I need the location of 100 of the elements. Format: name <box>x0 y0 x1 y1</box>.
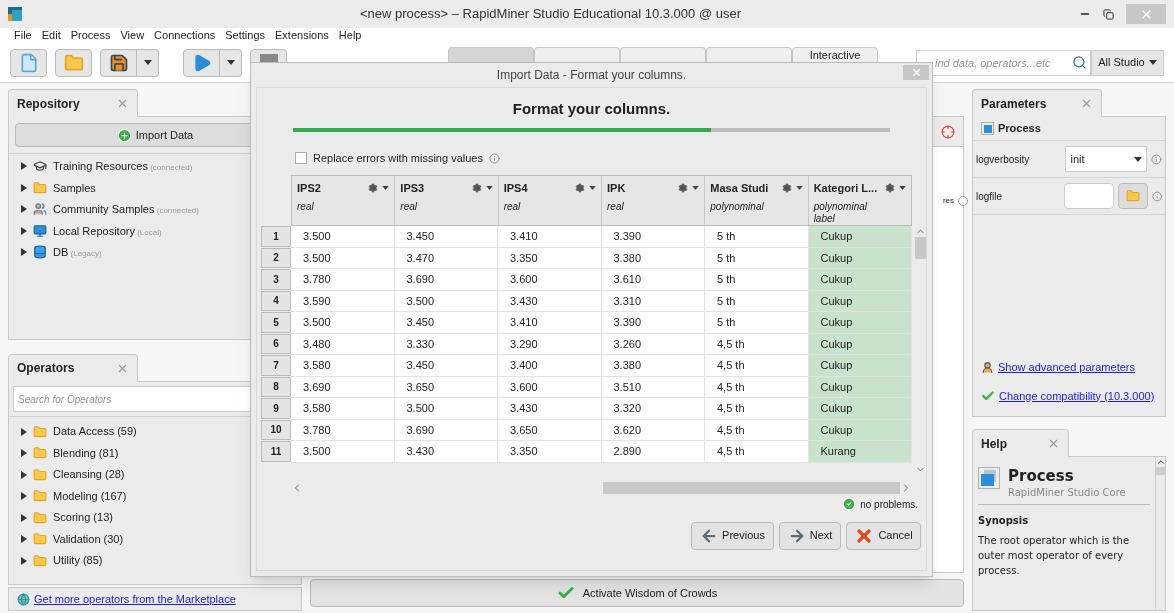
gear-icon[interactable] <box>678 183 689 194</box>
close-icon[interactable] <box>1080 97 1093 110</box>
expand-arrow-icon[interactable] <box>21 427 27 436</box>
close-icon[interactable] <box>1047 437 1060 450</box>
operator-group[interactable]: Validation (30) <box>53 530 124 548</box>
column-header[interactable]: Masa Studi polynominal <box>705 176 809 225</box>
table-cell: 3.500 <box>394 398 498 419</box>
column-header[interactable]: IPK real <box>602 176 706 225</box>
search-scope-dropdown[interactable]: All Studio <box>1091 49 1164 76</box>
menu-item[interactable]: Connections <box>154 27 216 44</box>
help-section-title: Synopsis <box>978 514 1030 528</box>
global-search-field[interactable]: ind data, operators...etc <box>916 49 1091 76</box>
column-header[interactable]: IPS3 real <box>395 176 499 225</box>
replace-errors-checkbox[interactable] <box>295 152 307 164</box>
column-header[interactable]: IPS4 real <box>498 176 602 225</box>
expand-arrow-icon[interactable] <box>21 556 27 565</box>
marketplace-link[interactable]: Get more operators from the Marketplace <box>34 590 236 608</box>
new-process-button[interactable] <box>10 48 47 77</box>
caret-icon[interactable] <box>485 186 493 191</box>
repository-item[interactable]: DB (Legacy) <box>53 244 102 261</box>
crosshair-icon[interactable] <box>941 124 955 139</box>
open-button[interactable] <box>55 48 92 77</box>
repository-item[interactable]: Samples <box>53 179 96 196</box>
scroll-thumb[interactable] <box>914 237 926 259</box>
activate-wisdom-button[interactable]: Activate Wisdom of Crowds <box>310 579 964 607</box>
menu-item[interactable]: Edit <box>41 27 61 44</box>
expand-arrow-icon[interactable] <box>21 470 27 479</box>
graduation-cap-icon <box>33 159 47 174</box>
parameter-field[interactable] <box>1063 183 1114 209</box>
info-icon[interactable] <box>1151 190 1162 202</box>
operator-group[interactable]: Cleansing (28) <box>53 466 125 483</box>
scroll-thumb[interactable] <box>1156 467 1165 475</box>
row-number: 11 <box>261 441 291 462</box>
menu-item[interactable]: Process <box>70 27 111 44</box>
folder-icon <box>33 532 47 547</box>
scrollbar[interactable] <box>1155 457 1165 610</box>
operator-group[interactable]: Data Access (59) <box>53 423 137 440</box>
expand-arrow-icon[interactable] <box>21 226 27 235</box>
menu-item[interactable]: View <box>120 27 145 44</box>
expand-arrow-icon[interactable] <box>21 205 27 214</box>
port-icon[interactable] <box>958 196 968 206</box>
monitor-icon <box>33 223 47 238</box>
cancel-button[interactable]: Cancel <box>846 521 921 550</box>
operator-group[interactable]: Modeling (167) <box>53 487 127 505</box>
operator-group[interactable]: Utility (85) <box>53 552 103 569</box>
expand-arrow-icon[interactable] <box>21 183 27 192</box>
next-button[interactable]: Next <box>779 521 841 550</box>
advanced-parameters-link[interactable]: Show advanced parameters <box>998 359 1135 376</box>
previous-button[interactable]: Previous <box>691 521 774 550</box>
view-tab[interactable]: Interactive <box>792 47 878 62</box>
repository-item[interactable]: Local Repository (Local) <box>53 222 162 239</box>
gear-icon[interactable] <box>368 183 379 194</box>
column-header[interactable]: Kategori L... polynominal label <box>808 176 911 225</box>
menu-item[interactable]: Settings <box>225 27 265 44</box>
menu-item[interactable]: File <box>14 27 32 44</box>
column-type: real <box>297 200 315 213</box>
expand-arrow-icon[interactable] <box>21 492 27 501</box>
expand-arrow-icon[interactable] <box>21 248 27 257</box>
scroll-up-icon[interactable] <box>1155 457 1166 467</box>
caret-icon[interactable] <box>692 186 700 191</box>
save-button[interactable] <box>100 48 137 77</box>
table-cell: Cukup <box>808 269 912 290</box>
close-icon[interactable] <box>116 97 129 110</box>
gear-icon[interactable] <box>471 183 482 194</box>
row-number: 7 <box>261 355 291 376</box>
caret-icon[interactable] <box>795 186 803 191</box>
panel-tab[interactable]: Operators <box>8 353 138 382</box>
restore-icon[interactable] <box>1103 8 1114 20</box>
caret-icon[interactable] <box>382 186 390 191</box>
operator-group[interactable]: Scoring (13) <box>53 509 113 526</box>
gear-icon[interactable] <box>575 183 585 194</box>
run-menu-button[interactable] <box>220 48 242 77</box>
menu-item[interactable]: Extensions <box>275 27 329 44</box>
table-cell: 3.430 <box>498 290 602 311</box>
repository-item[interactable]: Community Samples (connected) <box>53 201 199 218</box>
info-icon[interactable] <box>488 152 500 164</box>
gear-icon[interactable] <box>884 183 895 194</box>
column-header[interactable]: IPS2 real <box>292 176 396 225</box>
parameter-dropdown[interactable]: init <box>1065 146 1148 172</box>
repository-item[interactable]: Training Resources (connected) <box>53 158 193 175</box>
caret-icon[interactable] <box>589 186 596 191</box>
search-icon[interactable] <box>1072 54 1087 70</box>
expand-arrow-icon[interactable] <box>21 513 27 522</box>
column-type: real <box>400 200 418 213</box>
save-menu-button[interactable] <box>137 48 159 77</box>
compatibility-link[interactable]: Change compatibility (10.3.000) <box>999 387 1155 404</box>
panel-tab[interactable]: Repository <box>8 89 138 117</box>
operator-group[interactable]: Blending (81) <box>53 444 119 462</box>
row-number: 8 <box>261 376 291 397</box>
expand-arrow-icon[interactable] <box>21 449 27 458</box>
menu-item[interactable]: Help <box>338 27 362 44</box>
expand-arrow-icon[interactable] <box>21 535 27 544</box>
caret-icon[interactable] <box>898 186 906 191</box>
expand-arrow-icon[interactable] <box>21 162 27 171</box>
gear-icon[interactable] <box>781 183 792 194</box>
info-icon[interactable] <box>1151 153 1162 165</box>
table-cell: 3.430 <box>498 398 602 419</box>
panel-tab[interactable]: Parameters <box>972 89 1102 117</box>
panel-tab[interactable]: Help <box>972 429 1069 457</box>
caret-icon <box>1148 60 1157 65</box>
